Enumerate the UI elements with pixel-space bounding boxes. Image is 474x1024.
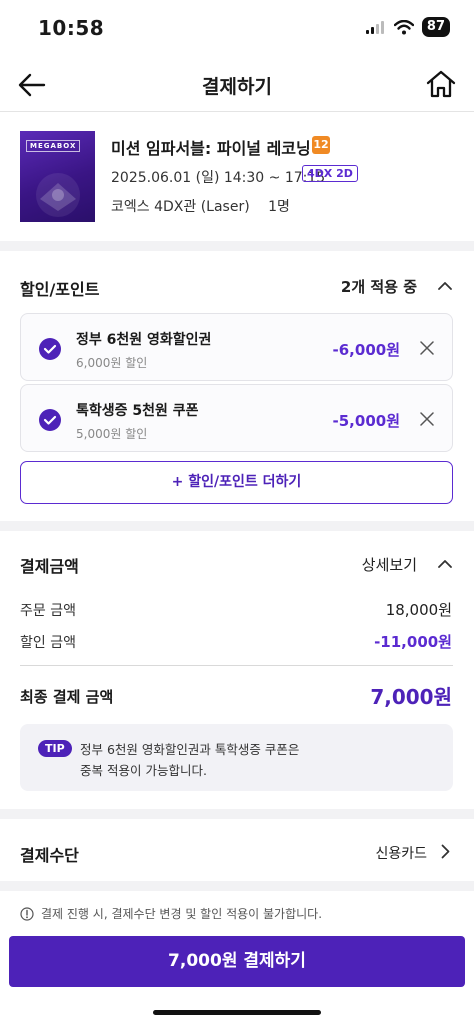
info-icon (20, 906, 34, 921)
chevron-up-icon[interactable] (438, 559, 452, 568)
tip-badge: TIP (38, 740, 72, 757)
close-icon[interactable] (420, 412, 434, 426)
home-indicator (153, 1010, 321, 1015)
signal-icon (365, 21, 384, 34)
section-divider (0, 241, 474, 251)
wifi-icon (393, 19, 414, 34)
check-circle-icon[interactable] (39, 409, 61, 431)
chevron-right-icon[interactable] (441, 844, 450, 859)
coupon-amount: -5,000원 (332, 412, 400, 430)
age-rating-badge: 12 (312, 136, 330, 154)
notice-text: 결제 진행 시, 결제수단 변경 및 할인 적용이 불가합니다. (41, 907, 323, 921)
theater-name: 코엑스 4DX관 (Laser) (111, 199, 250, 215)
detail-toggle[interactable]: 상세보기 (362, 554, 417, 575)
tip-line-1: 정부 6천원 영화할인권과 톡학생증 쿠폰은 (80, 742, 300, 757)
status-time: 10:58 (38, 16, 105, 40)
final-amount-label: 최종 결제 금액 (20, 688, 114, 706)
battery-indicator: 87 (421, 17, 450, 37)
add-discount-button[interactable]: + 할인/포인트 더하기 (20, 461, 453, 504)
payment-section-title: 결제금액 (20, 557, 79, 576)
coupon-name: 정부 6천원 영화할인권 (76, 332, 212, 348)
coupon-sub: 5,000원 할인 (76, 427, 148, 441)
status-icons: 87 (365, 17, 450, 37)
coupon-sub: 6,000원 할인 (76, 356, 148, 370)
people-count: 1명 (268, 199, 290, 215)
app-header: 결제하기 (0, 56, 474, 112)
pay-method-title: 결제수단 (20, 846, 79, 865)
movie-place: 코엑스 4DX관 (Laser) 1명 (111, 196, 290, 216)
discount-section-title: 할인/포인트 (20, 280, 100, 299)
page-title: 결제하기 (202, 76, 272, 98)
order-amount-label: 주문 금액 (20, 603, 76, 619)
discount-status: 2개 적용 중 (340, 278, 417, 296)
tip-text: 정부 6천원 영화할인권과 톡학생증 쿠폰은 중복 적용이 가능합니다. (80, 739, 440, 781)
movie-poster: MEGABOX (20, 131, 95, 222)
pay-method-value[interactable]: 신용카드 (375, 843, 427, 863)
poster-logo: MEGABOX (26, 140, 81, 152)
section-divider (0, 809, 474, 819)
close-icon[interactable] (420, 341, 434, 355)
pay-button[interactable]: 7,000원 결제하기 (9, 936, 465, 987)
coupon-card[interactable]: 톡학생증 5천원 쿠폰 5,000원 할인 -5,000원 (20, 384, 453, 452)
payment-notice: 결제 진행 시, 결제수단 변경 및 할인 적용이 불가합니다. (20, 905, 322, 922)
section-divider (0, 521, 474, 531)
amount-divider (20, 665, 453, 666)
section-divider (0, 881, 474, 891)
coupon-amount: -6,000원 (332, 341, 400, 359)
coupon-name: 톡학생증 5천원 쿠폰 (76, 403, 199, 419)
chevron-up-icon[interactable] (438, 281, 452, 290)
format-badge: 4DX 2D (302, 165, 358, 182)
poster-art-icon (36, 173, 80, 217)
movie-title: 미션 임파서블: 파이널 레코닝 (111, 139, 311, 158)
tip-box: TIP 정부 6천원 영화할인권과 톡학생증 쿠폰은 중복 적용이 가능합니다. (20, 724, 453, 791)
coupon-card[interactable]: 정부 6천원 영화할인권 6,000원 할인 -6,000원 (20, 313, 453, 381)
order-amount-value: 18,000원 (385, 601, 452, 619)
home-icon[interactable] (424, 68, 458, 100)
check-circle-icon[interactable] (39, 338, 61, 360)
tip-line-2: 중복 적용이 가능합니다. (80, 763, 207, 778)
discount-amount-value: -11,000원 (374, 633, 452, 651)
movie-datetime: 2025.06.01 (일) 14:30 ~ 17:15 (111, 170, 326, 186)
final-amount-value: 7,000원 (370, 685, 452, 709)
discount-amount-label: 할인 금액 (20, 635, 76, 651)
